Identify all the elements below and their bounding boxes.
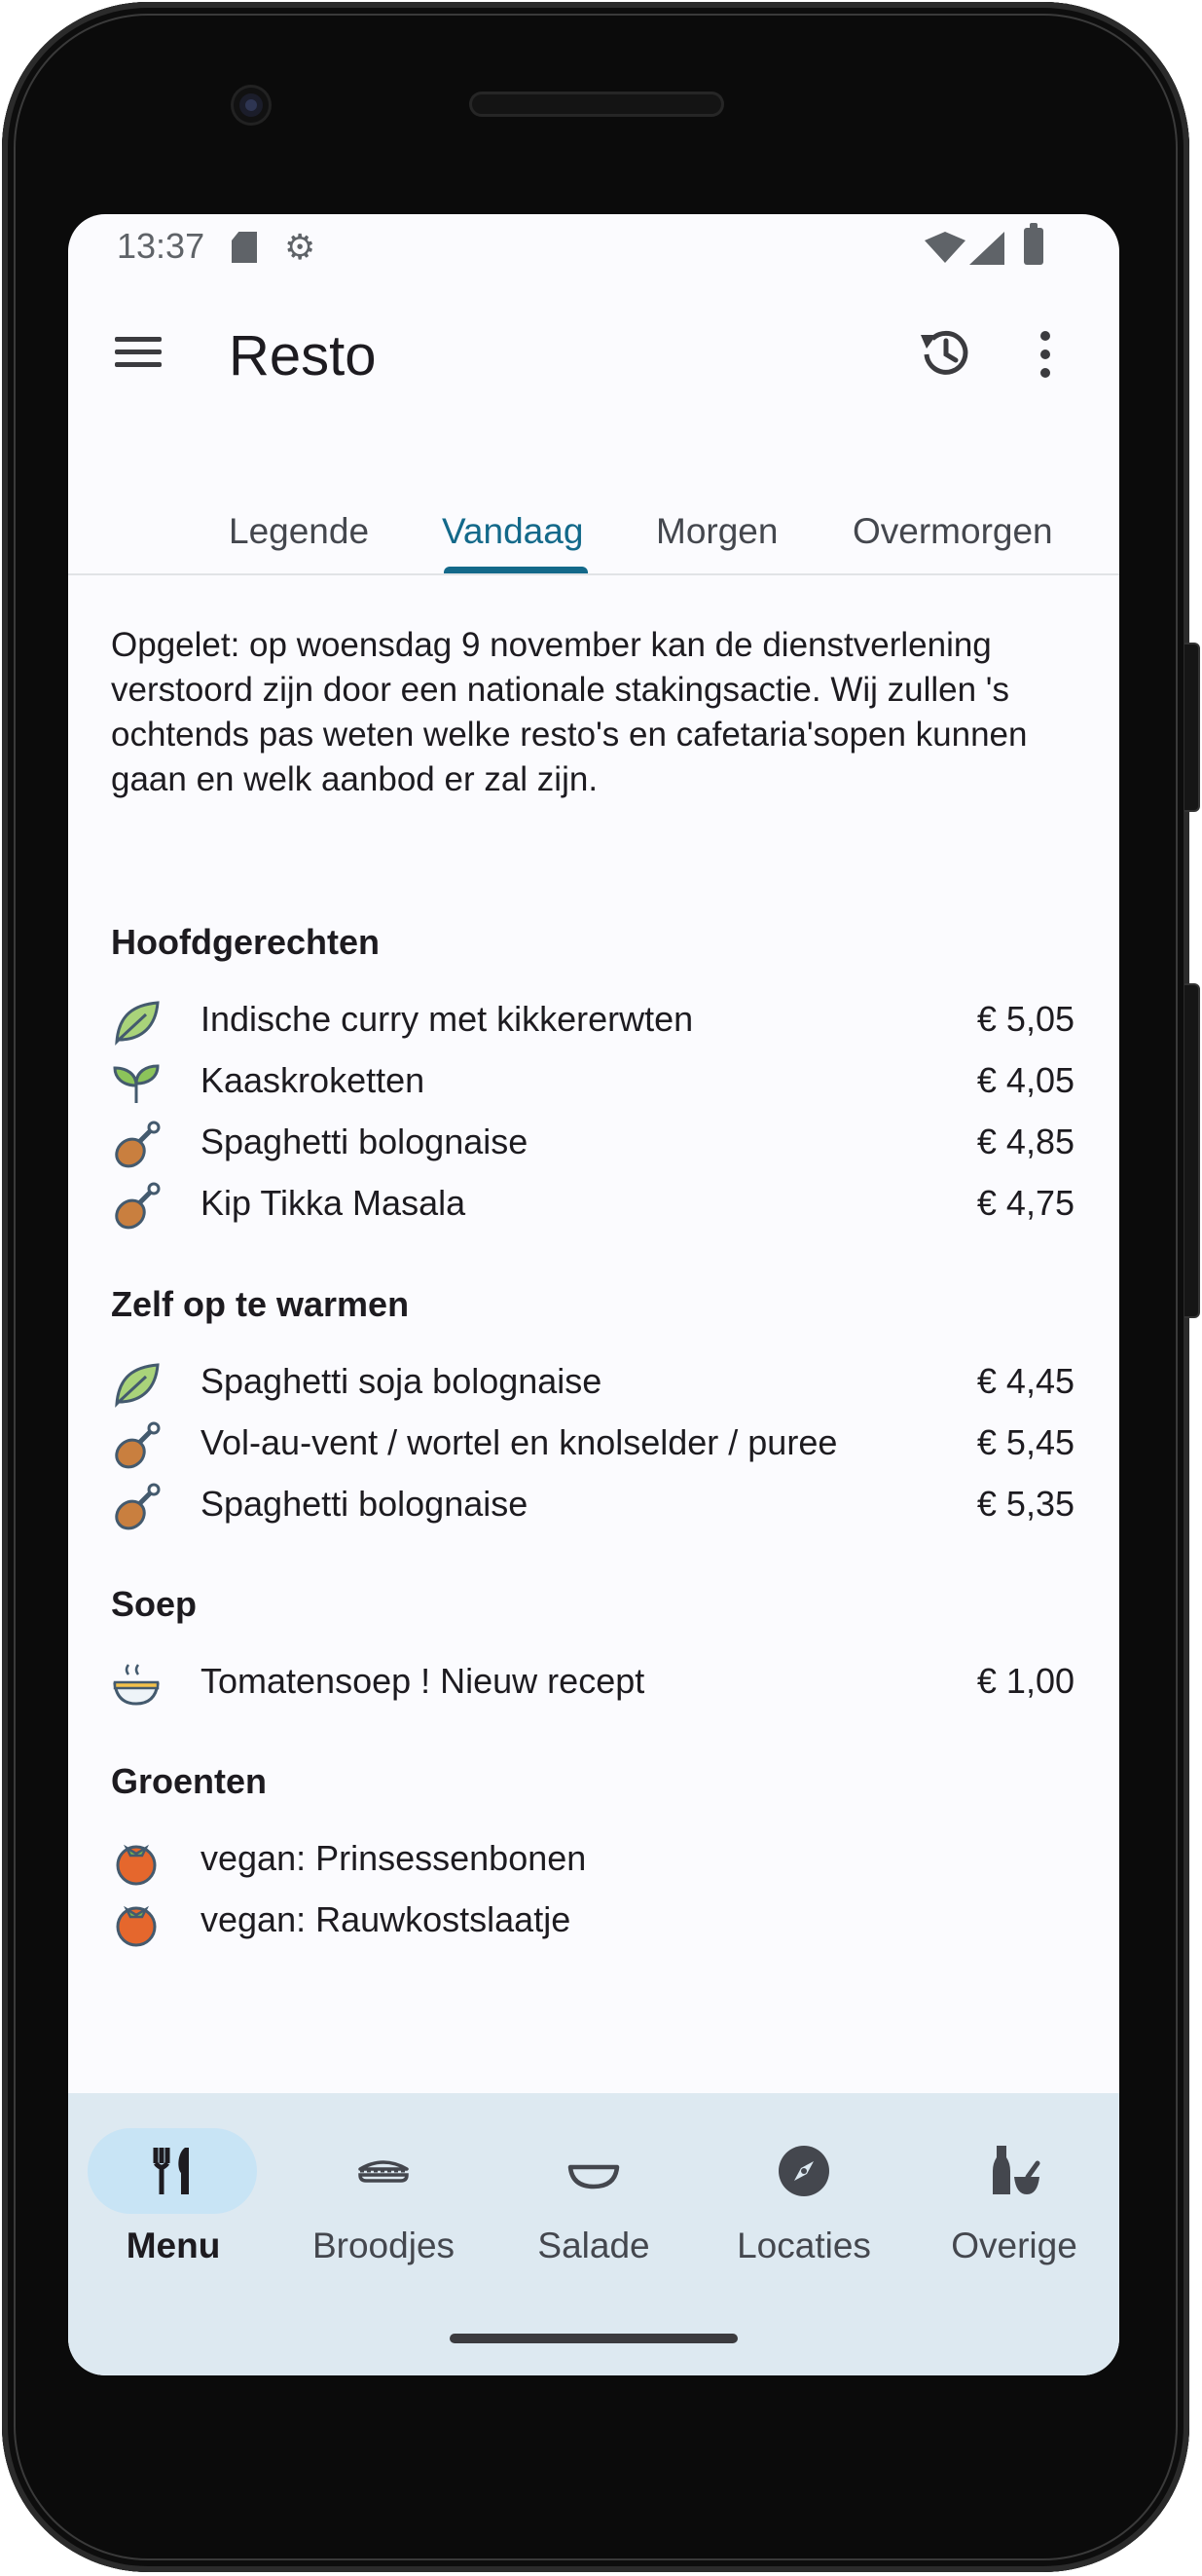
nav-salade[interactable]: Salade bbox=[489, 2128, 699, 2274]
status-time: 13:37 bbox=[117, 226, 205, 266]
day-tabs: Legende Vandaag Morgen Overmorgen bbox=[68, 472, 1119, 575]
drumstick-icon bbox=[115, 1421, 161, 1469]
leaf-icon bbox=[115, 1363, 160, 1408]
drumstick-icon bbox=[115, 1483, 161, 1530]
settings-gear-icon: ⚙ bbox=[284, 227, 316, 267]
strike-notice: Opgelet: op woensdag 9 november kan de d… bbox=[111, 626, 1028, 798]
section-title-hoofdgerechten: Hoofdgerechten bbox=[111, 922, 381, 962]
tab-morgen[interactable]: Morgen bbox=[656, 511, 778, 552]
nav-overige[interactable]: Overige bbox=[909, 2128, 1119, 2274]
bottle-mortar-icon bbox=[993, 2146, 1040, 2194]
bowl-icon bbox=[567, 2164, 620, 2190]
section-title-soep: Soep bbox=[111, 1584, 198, 1624]
earpiece-speaker bbox=[469, 92, 724, 117]
tomato-icon bbox=[116, 1905, 157, 1947]
app-screen: 13:37 ⚙ Resto Legende Vandaag Morgen Ove… bbox=[68, 214, 1119, 2375]
leaf-icon bbox=[115, 1001, 160, 1046]
soup-bowl-icon bbox=[113, 1664, 160, 1706]
app-bar: Resto bbox=[68, 282, 1119, 428]
nav-locaties[interactable]: Locaties bbox=[699, 2128, 909, 2274]
history-icon[interactable] bbox=[913, 321, 975, 384]
page-title: Resto bbox=[229, 324, 377, 387]
more-vert-icon[interactable] bbox=[1034, 325, 1057, 384]
home-gesture-bar[interactable] bbox=[450, 2334, 738, 2343]
fork-knife-icon bbox=[153, 2148, 189, 2194]
tab-overmorgen[interactable]: Overmorgen bbox=[853, 511, 1053, 552]
volume-button bbox=[1184, 643, 1200, 812]
section-title-groenten: Groenten bbox=[111, 1761, 268, 1801]
tab-legende[interactable]: Legende bbox=[229, 511, 369, 552]
section-title-zelf-op-te-warmen: Zelf op te warmen bbox=[111, 1284, 410, 1324]
cell-signal-icon bbox=[969, 232, 1004, 265]
menu-item[interactable]: Spaghetti bolognaise € 4,85 bbox=[111, 1116, 1075, 1170]
compass-icon bbox=[779, 2146, 829, 2196]
sandwich-icon bbox=[358, 2160, 409, 2183]
menu-item[interactable]: Indische curry met kikkererwten € 5,05 bbox=[111, 993, 1075, 1048]
menu-item[interactable]: Spaghetti soja bolognaise € 4,45 bbox=[111, 1355, 1075, 1410]
tab-indicator bbox=[444, 567, 588, 573]
drumstick-icon bbox=[115, 1121, 161, 1168]
menu-item[interactable]: vegan: Prinsessenbonen bbox=[111, 1832, 1075, 1887]
status-bar: 13:37 ⚙ bbox=[68, 214, 1119, 282]
nav-menu[interactable]: Menu bbox=[68, 2128, 278, 2274]
menu-item[interactable]: Spaghetti bolognaise € 5,35 bbox=[111, 1478, 1075, 1532]
front-camera bbox=[234, 88, 269, 123]
nav-broodjes[interactable]: Broodjes bbox=[278, 2128, 489, 2274]
hamburger-menu-icon[interactable] bbox=[111, 331, 165, 374]
tomato-icon bbox=[116, 1844, 157, 1886]
battery-icon bbox=[1024, 223, 1043, 265]
menu-item[interactable]: Vol-au-vent / wortel en knolselder / pur… bbox=[111, 1417, 1075, 1471]
tab-vandaag[interactable]: Vandaag bbox=[442, 511, 583, 552]
menu-item[interactable]: vegan: Rauwkostslaatje bbox=[111, 1894, 1075, 1948]
sprout-icon bbox=[113, 1064, 160, 1103]
menu-item[interactable]: Kaaskroketten € 4,05 bbox=[111, 1054, 1075, 1109]
power-button bbox=[1184, 983, 1200, 1318]
menu-item[interactable]: Kip Tikka Masala € 4,75 bbox=[111, 1177, 1075, 1232]
menu-item[interactable]: Tomatensoep ! Nieuw recept € 1,00 bbox=[111, 1655, 1075, 1710]
sd-card-icon bbox=[232, 232, 257, 263]
drumstick-icon bbox=[115, 1182, 161, 1230]
wifi-icon bbox=[925, 232, 965, 263]
